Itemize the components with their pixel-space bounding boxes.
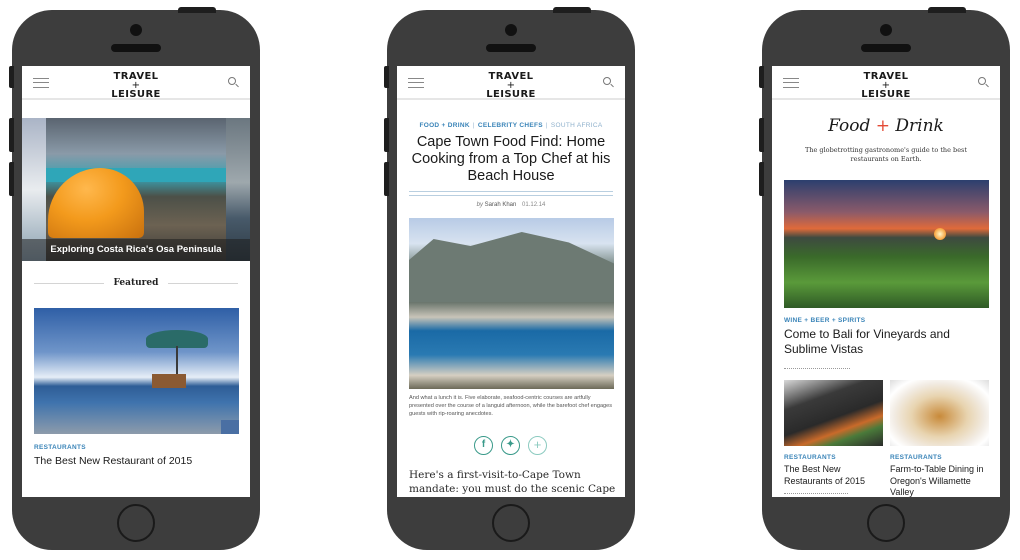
- site-logo[interactable]: TRAVEL + LEISURE: [772, 72, 1000, 100]
- screen-food-drink: TRAVEL + LEISURE Food + Drink The globetr…: [772, 66, 1000, 497]
- article-body: Here's a first-visit-to-Cape Town mandat…: [409, 469, 616, 495]
- logo-line2: LEISURE: [111, 89, 161, 100]
- article-image: [409, 218, 614, 389]
- volume-down-button: [759, 162, 764, 196]
- mountain-shape: [409, 232, 614, 302]
- screen-home: TRAVEL + LEISURE Exploring Costa Rica's O…: [22, 66, 250, 497]
- power-button: [178, 7, 216, 13]
- section-title-right: Drink: [895, 116, 944, 136]
- facebook-share-icon[interactable]: f: [474, 436, 493, 455]
- category-link-food-drink[interactable]: FOOD + DRINK: [419, 122, 469, 129]
- featured-article-image[interactable]: [34, 308, 239, 434]
- logo-line2: LEISURE: [486, 89, 536, 100]
- byline-prefix: by: [476, 202, 483, 208]
- card-image-farm-to-table[interactable]: [890, 380, 989, 446]
- card-category-link[interactable]: RESTAURANTS: [890, 454, 942, 461]
- search-icon[interactable]: [228, 77, 236, 85]
- volume-down-button: [9, 162, 14, 196]
- logo-line2: LEISURE: [861, 89, 911, 100]
- category-separator: |: [472, 122, 475, 129]
- more-share-icon[interactable]: +: [528, 436, 547, 455]
- site-logo[interactable]: TRAVEL + LEISURE: [397, 72, 625, 100]
- article-categories: FOOD + DRINK | CELEBRITY CHEFS | SOUTH AFRIC…: [397, 122, 625, 129]
- mute-switch: [759, 66, 764, 88]
- volume-down-button: [384, 162, 389, 196]
- speaker: [486, 44, 536, 52]
- mute-switch: [9, 66, 14, 88]
- hero-carousel[interactable]: Exploring Costa Rica's Osa Peninsula: [22, 118, 250, 261]
- category-link-celebrity-chefs[interactable]: CELEBRITY CHEFS: [478, 122, 543, 129]
- phone-frame-section: TRAVEL + LEISURE Food + Drink The globetr…: [759, 7, 1010, 550]
- author-link[interactable]: Sarah Khan: [485, 202, 517, 208]
- publish-date: 01.12.14: [522, 202, 546, 208]
- site-header: TRAVEL + LEISURE: [772, 66, 1000, 100]
- phone-frame-article: TRAVEL + LEISURE FOOD + DRINK | CELEBRITY C…: [384, 7, 635, 550]
- section-title-left: Food: [828, 116, 871, 136]
- power-button: [928, 7, 966, 13]
- phone-frame-home: TRAVEL + LEISURE Exploring Costa Rica's O…: [9, 7, 260, 550]
- category-link-south-africa[interactable]: SOUTH AFRICA: [551, 122, 603, 129]
- camera: [505, 24, 517, 36]
- section-heading-featured: Featured: [34, 278, 238, 288]
- site-logo[interactable]: TRAVEL + LEISURE: [22, 72, 250, 100]
- card-title[interactable]: Farm-to-Table Dining in Oregon's Willame…: [890, 464, 995, 497]
- lead-category-link[interactable]: WINE + BEER + SPIRITS: [784, 317, 865, 324]
- section-title: Food + Drink: [772, 116, 1000, 136]
- section-title-plus: +: [875, 116, 890, 136]
- home-button[interactable]: [867, 504, 905, 542]
- section-subtitle: The globetrotting gastronome's guide to …: [804, 146, 967, 163]
- volume-up-button: [759, 118, 764, 152]
- search-icon[interactable]: [978, 77, 986, 85]
- twitter-share-icon[interactable]: ✦: [501, 436, 520, 455]
- home-button[interactable]: [117, 504, 155, 542]
- hero-caption[interactable]: Exploring Costa Rica's Osa Peninsula: [22, 239, 250, 261]
- sun-shape: [934, 228, 946, 240]
- lounge-chair: [152, 374, 186, 388]
- dotted-divider: [784, 368, 850, 369]
- volume-up-button: [384, 118, 389, 152]
- camera: [880, 24, 892, 36]
- article-title: Cape Town Food Find: Home Cooking from a…: [411, 134, 611, 184]
- lead-article-title[interactable]: Come to Bali for Vineyards and Sublime V…: [784, 327, 990, 357]
- search-icon[interactable]: [603, 77, 611, 85]
- home-button[interactable]: [492, 504, 530, 542]
- speaker: [111, 44, 161, 52]
- card-category-link[interactable]: RESTAURANTS: [784, 454, 836, 461]
- speaker: [861, 44, 911, 52]
- image-caption: And what a lunch it is. Five elaborate, …: [409, 395, 613, 417]
- article-byline: by Sarah Khan 01.12.14: [397, 202, 625, 208]
- title-divider: [409, 191, 613, 196]
- site-header: TRAVEL + LEISURE: [397, 66, 625, 100]
- card-title[interactable]: The Best New Restaurants of 2015: [784, 464, 889, 487]
- dotted-divider: [784, 493, 848, 494]
- featured-article-title[interactable]: The Best New Restaurant of 2015: [34, 455, 192, 467]
- power-button: [553, 7, 591, 13]
- featured-category-link[interactable]: Restaurants: [34, 444, 86, 451]
- volume-up-button: [9, 118, 14, 152]
- card-image-best-new-restaurants[interactable]: [784, 380, 883, 446]
- image-corner: [221, 420, 239, 434]
- screen-article: TRAVEL + LEISURE FOOD + DRINK | CELEBRITY C…: [397, 66, 625, 497]
- category-separator: |: [545, 122, 548, 129]
- lead-article-image[interactable]: [784, 180, 989, 308]
- mute-switch: [384, 66, 389, 88]
- site-header: TRAVEL + LEISURE: [22, 66, 250, 100]
- camera: [130, 24, 142, 36]
